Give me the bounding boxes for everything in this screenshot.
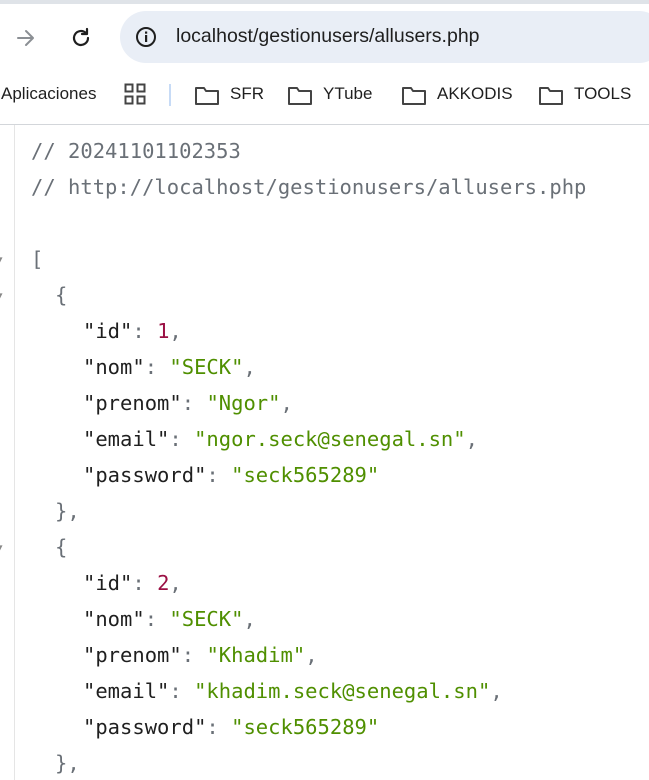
comment-timestamp: // 20241101102353 [31, 139, 241, 163]
object-close-brace: }, [55, 751, 80, 775]
json-string: "khadim.seck@senegal.sn" [194, 679, 491, 703]
json-number: 2 [157, 571, 170, 595]
bookmark-apps[interactable]: Aplicaciones [1, 84, 96, 104]
fold-arrow-icon[interactable]: ▾ [0, 542, 9, 554]
json-key: "password" [83, 463, 207, 487]
json-string: "SECK" [169, 355, 244, 379]
json-key: "nom" [83, 355, 145, 379]
json-line-prenom: "prenom": "Ngor", [83, 391, 293, 415]
json-line-password: "password": "seck565289" [83, 715, 380, 739]
json-key: "nom" [83, 607, 145, 631]
folder-icon [288, 87, 312, 105]
bookmark-folder-label: SFR [230, 84, 264, 103]
json-line-id: "id": 2, [83, 571, 182, 595]
folder-icon [539, 87, 563, 105]
json-string: "Ngor" [206, 391, 281, 415]
json-string: "seck565289" [231, 463, 380, 487]
json-line-nom: "nom": "SECK", [83, 607, 256, 631]
json-string: "ngor.seck@senegal.sn" [194, 427, 466, 451]
json-string: "SECK" [169, 607, 244, 631]
forward-arrow-icon[interactable] [14, 26, 38, 50]
bookmark-folder-label: AKKODIS [437, 84, 513, 103]
json-key: "id" [83, 571, 133, 595]
json-string: "seck565289" [231, 715, 380, 739]
folder-icon [195, 87, 219, 105]
object-open-brace: { [55, 535, 68, 559]
url-text[interactable]: localhost/gestionusers/allusers.php [176, 25, 480, 48]
object-open-brace: { [55, 283, 68, 307]
json-key: "password" [83, 715, 207, 739]
json-line-email: "email": "ngor.seck@senegal.sn", [83, 427, 478, 451]
json-line-email: "email": "khadim.seck@senegal.sn", [83, 679, 503, 703]
json-number: 1 [157, 319, 170, 343]
fold-arrow-icon[interactable]: ▾ [0, 290, 9, 302]
apps-grid-icon[interactable] [124, 83, 146, 105]
json-key: "prenom" [83, 391, 182, 415]
folder-icon [402, 87, 426, 105]
json-string: "Khadim" [206, 643, 306, 667]
json-key: "id" [83, 319, 133, 343]
json-key: "prenom" [83, 643, 182, 667]
fold-gutter [0, 125, 15, 780]
json-line-prenom: "prenom": "Khadim", [83, 643, 318, 667]
bookmarks-separator [169, 84, 171, 106]
fold-arrow-icon[interactable]: ▾ [0, 254, 9, 266]
json-line-nom: "nom": "SECK", [83, 355, 256, 379]
json-key: "email" [83, 679, 170, 703]
json-line-password: "password": "seck565289" [83, 463, 380, 487]
bookmark-folder-label: YTube [323, 84, 373, 103]
comment-url: // http://localhost/gestionusers/alluser… [31, 175, 587, 199]
json-key: "email" [83, 427, 170, 451]
array-open-bracket: [ [31, 247, 44, 271]
json-line-id: "id": 1, [83, 319, 182, 343]
bookmark-folder-label: TOOLS [574, 84, 632, 103]
object-close-brace: }, [55, 499, 80, 523]
reload-icon[interactable] [69, 26, 93, 50]
site-info-icon[interactable] [131, 22, 161, 52]
